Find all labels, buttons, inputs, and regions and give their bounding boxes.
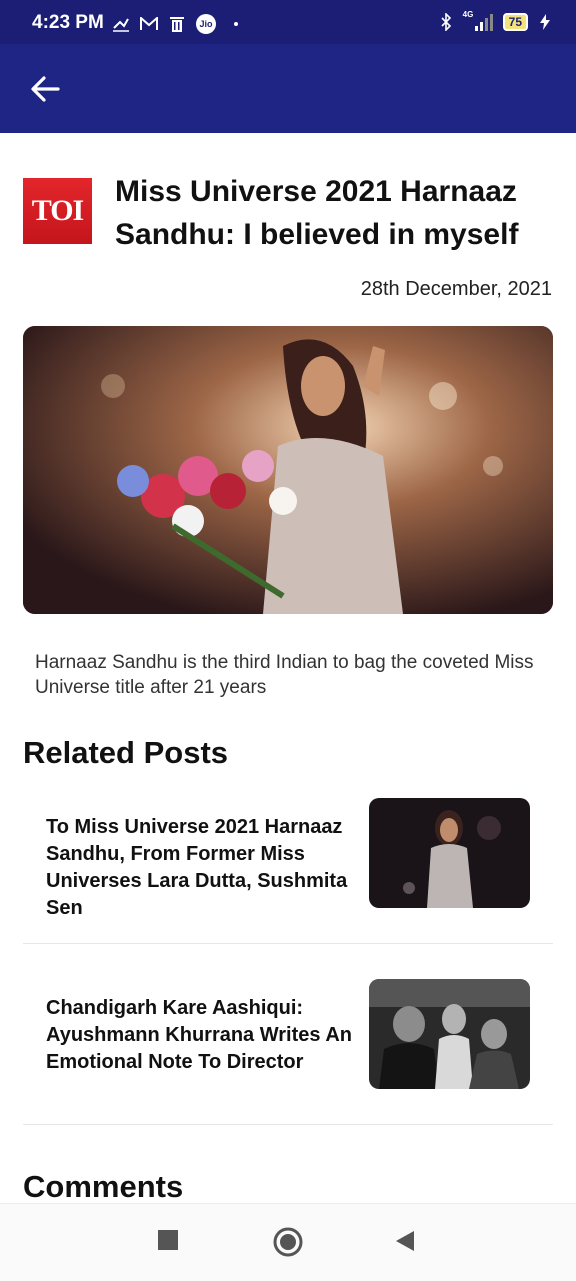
trash-icon [168,16,186,32]
status-time: 4:23 PM [32,12,104,33]
arrow-left-icon [31,76,60,102]
back-nav-button[interactable] [395,1230,415,1257]
missed-call-icon [112,16,130,32]
related-posts-heading: Related Posts [23,735,229,770]
related-post-card[interactable]: Chandigarh Kare Aashiqui: Ayushmann Khur… [0,979,576,1139]
related-post-title: Chandigarh Kare Aashiqui: Ayushmann Khur… [46,997,352,1073]
source-logo: TOI [23,178,92,244]
recents-button[interactable] [158,1230,178,1255]
notification-icons: Jio [112,14,238,34]
related-post-thumbnail [369,798,530,908]
home-circle-icon [273,1227,303,1257]
related-post-thumbnail [369,979,530,1089]
comments-heading: Comments [23,1169,184,1204]
app-bar [0,44,576,133]
charging-icon [536,14,554,30]
miss-universe-photo [23,326,553,614]
system-nav-bar [0,1203,576,1281]
battery-icon: 75 [502,13,528,31]
divider [23,1124,553,1125]
back-button[interactable] [28,72,62,106]
article-date: 28th December, 2021 [360,278,552,300]
home-button[interactable] [273,1227,303,1262]
gmail-icon [140,16,158,32]
system-icons: 4G 75 [437,10,554,32]
recents-square-icon [158,1230,178,1250]
status-bar: 4:23 PM Jio 4G 75 [0,0,576,44]
bluetooth-icon [437,13,455,31]
divider [23,943,553,944]
related-post-card[interactable]: To Miss Universe 2021 Harnaaz Sandhu, Fr… [0,798,576,958]
jio-icon: Jio [196,14,216,34]
related-post-title: To Miss Universe 2021 Harnaaz Sandhu, Fr… [46,816,348,919]
back-triangle-icon [396,1231,414,1251]
image-caption: Harnaaz Sandhu is the third Indian to ba… [35,652,534,698]
signal-icon: 4G [463,10,495,32]
article-title: Miss Universe 2021 Harnaaz Sandhu: I bel… [115,175,519,251]
article-image [23,326,553,614]
dot-icon [234,22,238,26]
